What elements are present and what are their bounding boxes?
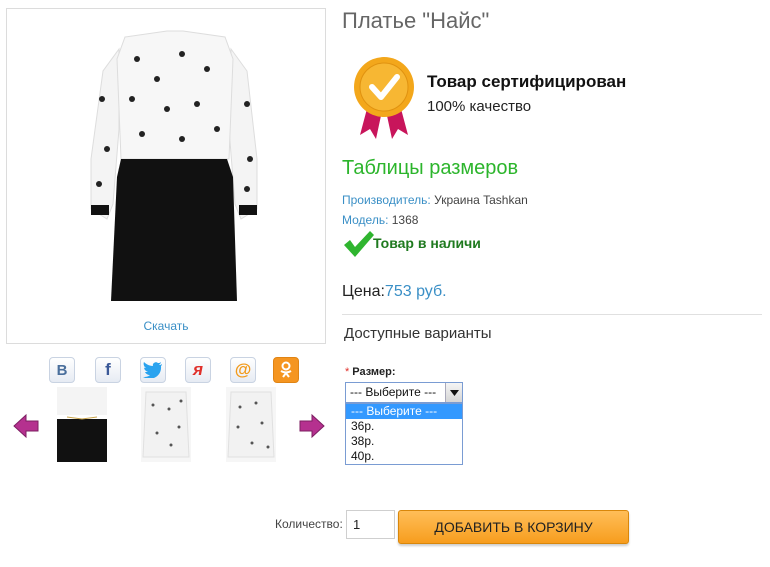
mailru-share-button[interactable]: @ xyxy=(230,357,256,383)
size-table-link[interactable]: Таблицы размеров xyxy=(342,157,518,180)
product-title: Платье "Найс" xyxy=(342,8,490,33)
size-select[interactable]: --- Выберите --- xyxy=(345,382,463,403)
size-option[interactable]: --- Выберите --- xyxy=(346,404,462,419)
size-label-text: Размер: xyxy=(352,366,396,378)
dress-image xyxy=(90,30,258,301)
size-select-value: --- Выберите --- xyxy=(350,385,437,399)
manufacturer-row: Производитель: Украина Tashkan xyxy=(342,193,528,207)
size-dropdown-list: --- Выберите --- 36р. 38р. 40р. xyxy=(345,403,463,465)
thumbnail-1[interactable] xyxy=(57,387,107,462)
facebook-icon: f xyxy=(105,360,111,379)
certificate-subtitle: 100% качество xyxy=(427,98,532,115)
prev-arrow-icon[interactable] xyxy=(12,412,40,440)
add-to-cart-button[interactable]: ДОБАВИТЬ В КОРЗИНУ xyxy=(398,510,629,544)
certificate-title: Товар сертифицирован xyxy=(427,72,627,91)
facebook-share-button[interactable]: f xyxy=(95,357,121,383)
size-select-toggle[interactable] xyxy=(445,383,462,402)
twitter-share-button[interactable] xyxy=(140,357,166,383)
in-stock-check-icon xyxy=(344,231,374,257)
size-option[interactable]: 36р. xyxy=(346,419,462,434)
moikrug-share-button[interactable]: я xyxy=(185,357,211,383)
mailru-icon: @ xyxy=(234,360,252,379)
options-heading: Доступные варианты xyxy=(344,325,492,342)
main-product-image[interactable] xyxy=(6,8,326,344)
divider xyxy=(342,314,762,315)
moikrug-icon: я xyxy=(192,360,203,379)
odnoklassniki-share-button[interactable] xyxy=(273,357,299,383)
certificate-badge-icon xyxy=(354,57,414,139)
model-value: 1368 xyxy=(391,213,419,227)
quantity-label: Количество: xyxy=(275,517,343,531)
next-arrow-icon[interactable] xyxy=(298,412,326,440)
price-label: Цена: xyxy=(342,283,385,300)
thumbnail-3[interactable] xyxy=(226,387,276,462)
chevron-down-icon xyxy=(449,389,459,396)
quantity-input[interactable] xyxy=(346,510,395,539)
size-option[interactable]: 38р. xyxy=(346,434,462,449)
odnoklassniki-icon xyxy=(280,361,292,378)
vkontakte-share-button[interactable]: B xyxy=(49,357,75,383)
thumbnail-2[interactable] xyxy=(141,387,191,462)
size-option[interactable]: 40р. xyxy=(346,449,462,464)
download-link[interactable]: Скачать xyxy=(6,319,326,333)
price-value: 753 руб. xyxy=(384,283,447,300)
manufacturer-label[interactable]: Производитель: xyxy=(342,193,431,207)
model-label: Модель: xyxy=(342,213,389,227)
model-row: Модель: 1368 xyxy=(342,213,418,227)
size-label: * Размер: xyxy=(345,366,396,378)
vkontakte-icon: B xyxy=(56,361,68,379)
price-row: Цена:753 руб. xyxy=(342,283,447,301)
manufacturer-value: Украина Tashkan xyxy=(434,193,528,207)
twitter-icon xyxy=(143,362,162,378)
required-mark: * xyxy=(345,366,350,378)
stock-status: Товар в наличи xyxy=(373,235,481,251)
